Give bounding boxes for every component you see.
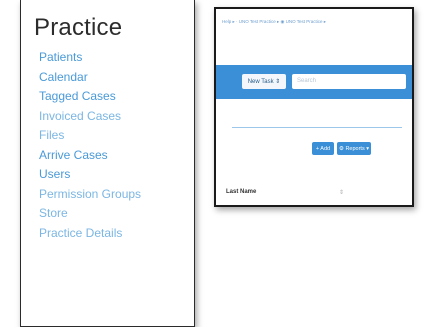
menu-item-users[interactable]: Users — [39, 165, 141, 185]
practice-menu-panel: Practice Patients Calendar Tagged Cases … — [20, 0, 195, 327]
sort-icon[interactable]: ⇕ — [339, 189, 344, 196]
new-task-button[interactable]: New Task ⇕ — [242, 74, 286, 89]
divider — [232, 127, 402, 128]
toolbar: New Task ⇕ Search — [216, 65, 412, 99]
menu-item-invoiced-cases[interactable]: Invoiced Cases — [39, 107, 141, 127]
menu-item-tagged-cases[interactable]: Tagged Cases — [39, 87, 141, 107]
menu-item-permission-groups[interactable]: Permission Groups — [39, 185, 141, 205]
menu-item-files[interactable]: Files — [39, 126, 141, 146]
add-button[interactable]: + Add — [312, 142, 334, 155]
menu-title: Practice — [34, 14, 123, 41]
menu-item-practice-details[interactable]: Practice Details — [39, 224, 141, 244]
menu-item-store[interactable]: Store — [39, 204, 141, 224]
practice-menu-list: Patients Calendar Tagged Cases Invoiced … — [39, 48, 141, 243]
menu-item-calendar[interactable]: Calendar — [39, 68, 141, 88]
menu-item-arrive-cases[interactable]: Arrive Cases — [39, 146, 141, 166]
menu-item-patients[interactable]: Patients — [39, 48, 141, 68]
search-input[interactable]: Search — [292, 74, 406, 89]
column-header-last-name[interactable]: Last Name — [226, 189, 256, 195]
app-preview-panel: Help ▸ · UNO Test Practice ▸ ◉ UNO Test … — [214, 7, 414, 207]
reports-dropdown-button[interactable]: ⚙ Reports ▾ — [337, 142, 371, 155]
breadcrumb[interactable]: Help ▸ · UNO Test Practice ▸ ◉ UNO Test … — [222, 19, 408, 25]
